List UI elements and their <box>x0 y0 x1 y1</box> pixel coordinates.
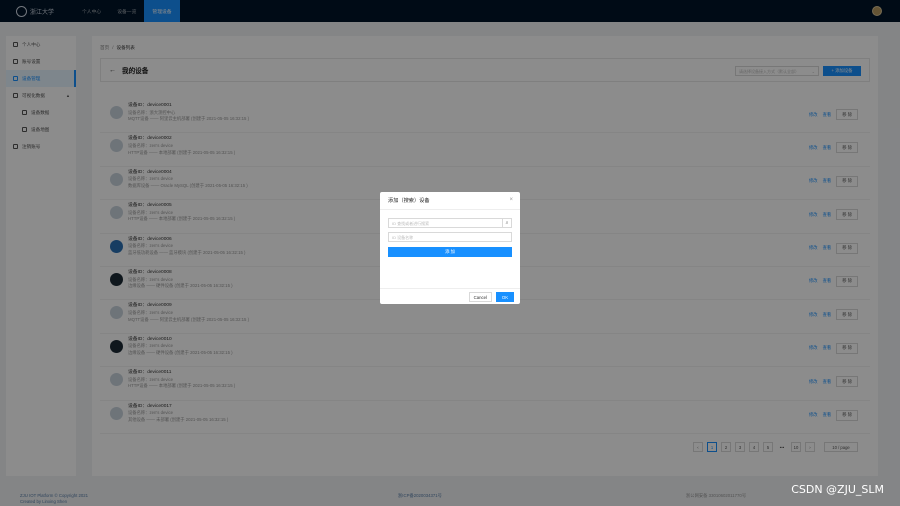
modal-body: ID 查找或者进行搜索 ⌕ ID 设备名称 添 加 <box>380 210 520 265</box>
add-device-modal: 添加（搜索）设备 × ID 查找或者进行搜索 ⌕ ID 设备名称 添 加 Can… <box>380 192 520 304</box>
device-name-input[interactable]: ID 设备名称 <box>388 232 512 242</box>
device-search-input[interactable]: ID 查找或者进行搜索 ⌕ <box>388 218 512 228</box>
search-icon[interactable]: ⌕ <box>502 218 512 228</box>
modal-footer: Cancel OK <box>380 288 520 304</box>
ok-button[interactable]: OK <box>496 292 514 302</box>
input-placeholder: ID 设备名称 <box>392 235 414 240</box>
close-icon[interactable]: × <box>509 197 513 203</box>
modal-header: 添加（搜索）设备 <box>380 192 520 210</box>
modal-title: 添加（搜索）设备 <box>388 198 430 204</box>
watermark: CSDN @ZJU_SLM <box>791 483 884 496</box>
modal-add-button[interactable]: 添 加 <box>388 247 512 257</box>
cancel-button[interactable]: Cancel <box>468 292 492 302</box>
search-placeholder: ID 查找或者进行搜索 <box>392 221 430 226</box>
